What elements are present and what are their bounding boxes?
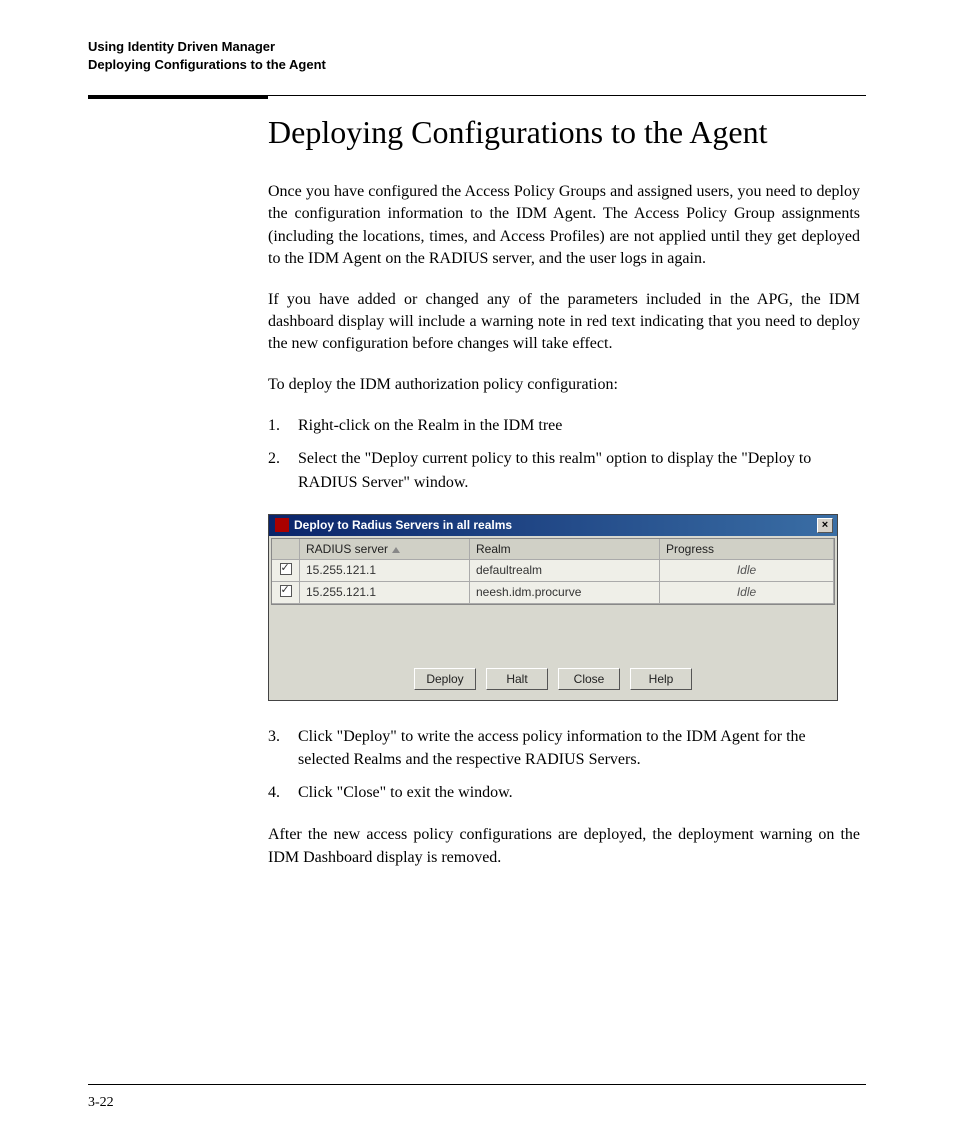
close-button[interactable]: Close <box>558 668 620 690</box>
row-realm: neesh.idm.procurve <box>470 582 660 604</box>
dialog-app-icon <box>275 518 289 532</box>
step-4-text: Click "Close" to exit the window. <box>298 781 860 804</box>
deploy-button[interactable]: Deploy <box>414 668 476 690</box>
closing-paragraph: After the new access policy configuratio… <box>268 824 860 869</box>
grid-header-checkbox <box>272 539 300 560</box>
running-header: Using Identity Driven Manager Deploying … <box>88 38 866 73</box>
deploy-dialog: Deploy to Radius Servers in all realms ×… <box>268 514 838 701</box>
row-server: 15.255.121.1 <box>300 560 470 582</box>
steps-list-top: 1. Right-click on the Realm in the IDM t… <box>268 414 860 494</box>
row-checkbox[interactable] <box>280 563 292 575</box>
grid-header-progress[interactable]: Progress <box>660 539 834 560</box>
close-icon[interactable]: × <box>817 518 833 533</box>
row-progress: Idle <box>660 560 834 582</box>
dialog-titlebar: Deploy to Radius Servers in all realms × <box>269 515 837 536</box>
sort-asc-icon <box>392 547 400 553</box>
help-button[interactable]: Help <box>630 668 692 690</box>
step-2-number: 2. <box>268 447 298 493</box>
halt-button[interactable]: Halt <box>486 668 548 690</box>
dialog-title: Deploy to Radius Servers in all realms <box>294 518 817 532</box>
grid-row: 15.255.121.1 defaultrealm Idle <box>272 560 834 582</box>
grid-header: RADIUS server Realm Progress <box>272 539 834 560</box>
page-title: Deploying Configurations to the Agent <box>268 114 860 151</box>
row-progress: Idle <box>660 582 834 604</box>
grid-row: 15.255.121.1 neesh.idm.procurve Idle <box>272 582 834 604</box>
intro-paragraph-3: To deploy the IDM authorization policy c… <box>268 374 860 396</box>
step-3-text: Click "Deploy" to write the access polic… <box>298 725 860 771</box>
intro-paragraph-1: Once you have configured the Access Poli… <box>268 181 860 271</box>
row-server: 15.255.121.1 <box>300 582 470 604</box>
running-header-line2: Deploying Configurations to the Agent <box>88 56 866 74</box>
step-3-number: 3. <box>268 725 298 771</box>
grid-header-server[interactable]: RADIUS server <box>300 539 470 560</box>
step-1-text: Right-click on the Realm in the IDM tree <box>298 414 860 437</box>
grid-header-realm[interactable]: Realm <box>470 539 660 560</box>
dialog-grid: RADIUS server Realm Progress 15.255.121.… <box>271 538 835 605</box>
dialog-button-row: Deploy Halt Close Help <box>269 662 837 700</box>
running-header-line1: Using Identity Driven Manager <box>88 38 866 56</box>
page-number: 3-22 <box>88 1095 114 1111</box>
footer-rule <box>88 1084 866 1085</box>
intro-paragraph-2: If you have added or changed any of the … <box>268 289 860 356</box>
step-1-number: 1. <box>268 414 298 437</box>
steps-list-bottom: 3. Click "Deploy" to write the access po… <box>268 725 860 805</box>
step-4-number: 4. <box>268 781 298 804</box>
step-2-text: Select the "Deploy current policy to thi… <box>298 447 860 493</box>
header-rule <box>88 95 866 96</box>
row-realm: defaultrealm <box>470 560 660 582</box>
row-checkbox[interactable] <box>280 585 292 597</box>
